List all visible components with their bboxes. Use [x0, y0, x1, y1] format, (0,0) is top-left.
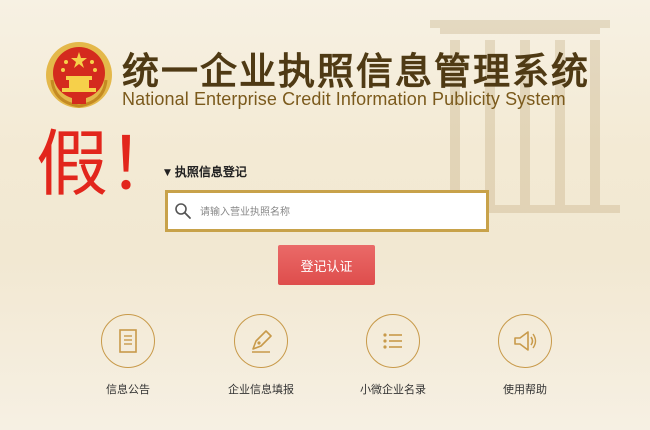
quick-link-announcements[interactable]: 信息公告 [73, 314, 183, 397]
pen-icon [252, 330, 272, 353]
search-section-label-text: 执照信息登记 [174, 165, 247, 179]
megaphone-icon [514, 331, 537, 351]
search-section-label: ▼ 执照信息登记 [164, 163, 247, 180]
license-name-input[interactable] [198, 199, 472, 225]
search-box [165, 190, 489, 232]
quick-link-info-filing[interactable]: 企业信息填报 [206, 314, 316, 397]
list-icon [383, 333, 402, 349]
quick-link-circle [498, 314, 552, 368]
search-icon [175, 203, 191, 219]
site-title: 统一企业执照信息管理系统 [122, 50, 590, 93]
site-subtitle: National Enterprise Credit Information P… [122, 89, 566, 109]
quick-link-circle [234, 314, 288, 368]
quick-link-label: 小微企业名录 [360, 383, 426, 396]
quick-link-circle [101, 314, 155, 368]
register-verify-button[interactable]: 登记认证 [278, 245, 375, 285]
quick-link-help[interactable]: 使用帮助 [470, 314, 580, 397]
triangle-down-icon: ▼ [164, 168, 171, 178]
quick-link-label: 使用帮助 [503, 383, 547, 396]
quick-link-circle [366, 314, 420, 368]
quick-link-label: 企业信息填报 [228, 383, 294, 396]
quick-link-small-business-list[interactable]: 小微企业名录 [338, 314, 448, 397]
quick-link-label: 信息公告 [106, 383, 150, 396]
fake-warning-stamp: 假！ [36, 122, 181, 206]
national-emblem-icon [46, 42, 112, 108]
document-icon [119, 329, 137, 353]
